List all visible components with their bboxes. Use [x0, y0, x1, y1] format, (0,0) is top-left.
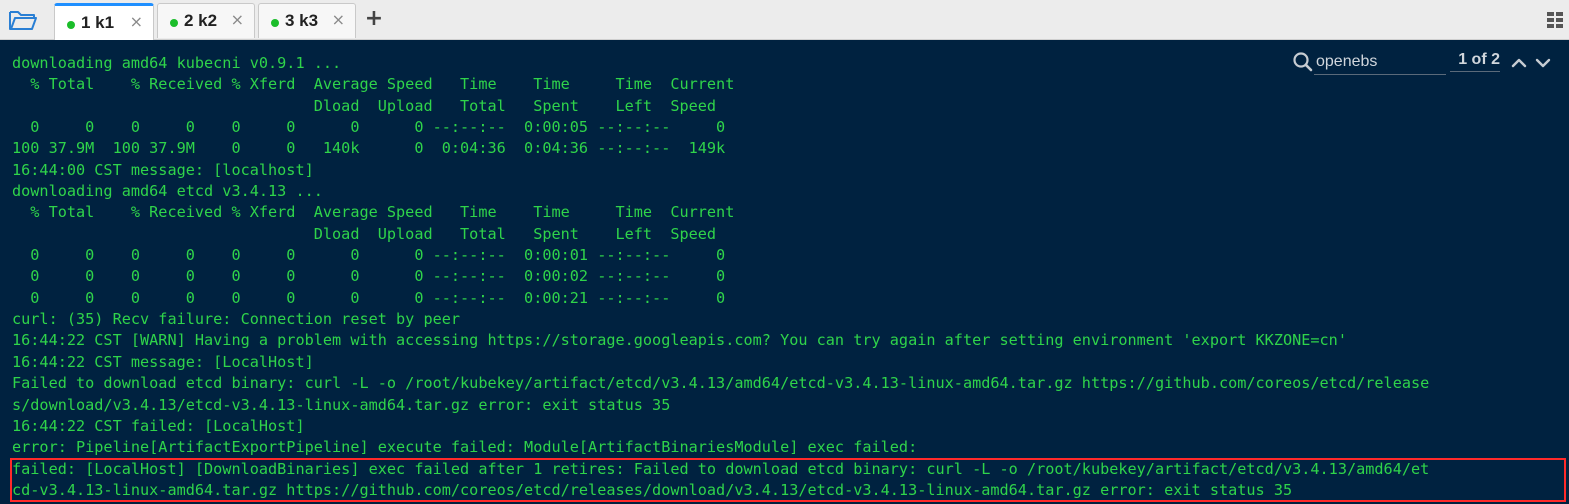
status-dot	[271, 18, 279, 27]
terminal-line: Dload Upload Total Spent Left Speed	[12, 224, 717, 243]
terminal-line: downloading amd64 etcd v3.4.13 ...	[12, 182, 323, 201]
status-dot	[67, 20, 75, 29]
terminal-output: downloading amd64 kubecni v0.9.1 ... % T…	[12, 53, 1429, 501]
search-bar: 1 of 2	[1292, 50, 1558, 76]
terminal-line: 100 37.9M 100 37.9M 0 0 140k 0 0:04:36 0…	[12, 139, 726, 158]
search-match-count: 1 of 2	[1450, 51, 1500, 72]
close-icon[interactable]: ×	[332, 12, 345, 28]
terminal-line: Failed to download etcd binary: curl -L …	[12, 374, 1430, 393]
terminal-line: downloading amd64 kubecni v0.9.1 ...	[12, 54, 342, 72]
terminal-line: Dload Upload Total Spent Left Speed	[12, 96, 717, 115]
search-icon	[1293, 52, 1313, 72]
tab-label: 3 k3	[285, 11, 319, 30]
terminal-line: failed: [LocalHost] [DownloadBinaries] e…	[12, 459, 1430, 478]
status-dot	[170, 18, 178, 27]
terminal-line: 16:44:22 CST failed: [LocalHost]	[12, 416, 305, 435]
open-session-button[interactable]	[6, 6, 40, 34]
terminal-line: 0 0 0 0 0 0 0 0 --:--:-- 0:00:01 --:--:-…	[12, 246, 726, 265]
terminal-line: cd-v3.4.13-linux-amd64.tar.gz https://gi…	[12, 480, 1293, 499]
terminal-line: 0 0 0 0 0 0 0 0 --:--:-- 0:00:21 --:--:-…	[12, 288, 726, 307]
plus-icon[interactable]: +	[364, 6, 384, 32]
terminal-line: % Total % Received % Xferd Average Speed…	[12, 203, 735, 222]
terminal-line: error: Pipeline[ArtifactExportPipeline] …	[12, 438, 918, 457]
terminal-line: curl: (35) Recv failure: Connection rese…	[12, 310, 461, 329]
folder-icon	[9, 11, 37, 30]
tab-bar: 1 k1 × 2 k2 × 3 k3 × +	[0, 0, 1569, 40]
tab-label: 1 k1	[81, 13, 115, 32]
terminal-line: 16:44:00 CST message: [localhost]	[12, 160, 314, 179]
tab-k2[interactable]: 2 k2 ×	[157, 3, 255, 38]
tab-label: 2 k2	[184, 11, 218, 30]
layout-button[interactable]	[1545, 10, 1565, 30]
chevron-up-icon[interactable]	[1510, 54, 1528, 72]
tab-k3[interactable]: 3 k3 ×	[258, 3, 356, 38]
terminal-line: % Total % Received % Xferd Average Speed…	[12, 75, 735, 94]
terminal-line: 0 0 0 0 0 0 0 0 --:--:-- 0:00:05 --:--:-…	[12, 118, 726, 137]
terminal-line: s/download/v3.4.13/etcd-v3.4.13-linux-am…	[12, 395, 671, 414]
chevron-down-icon[interactable]	[1534, 54, 1552, 72]
terminal-line: 16:44:22 CST [WARN] Having a problem wit…	[12, 331, 1347, 350]
terminal-line: 16:44:22 CST message: [LocalHost]	[12, 352, 314, 371]
terminal-line: 0 0 0 0 0 0 0 0 --:--:-- 0:00:02 --:--:-…	[12, 267, 726, 286]
terminal-pane[interactable]: downloading amd64 kubecni v0.9.1 ... % T…	[0, 40, 1569, 504]
tab-k1[interactable]: 1 k1 ×	[54, 3, 154, 40]
grid-icon	[1547, 12, 1563, 28]
search-input[interactable]	[1314, 50, 1446, 75]
close-icon[interactable]: ×	[130, 14, 143, 30]
close-icon[interactable]: ×	[231, 12, 244, 28]
